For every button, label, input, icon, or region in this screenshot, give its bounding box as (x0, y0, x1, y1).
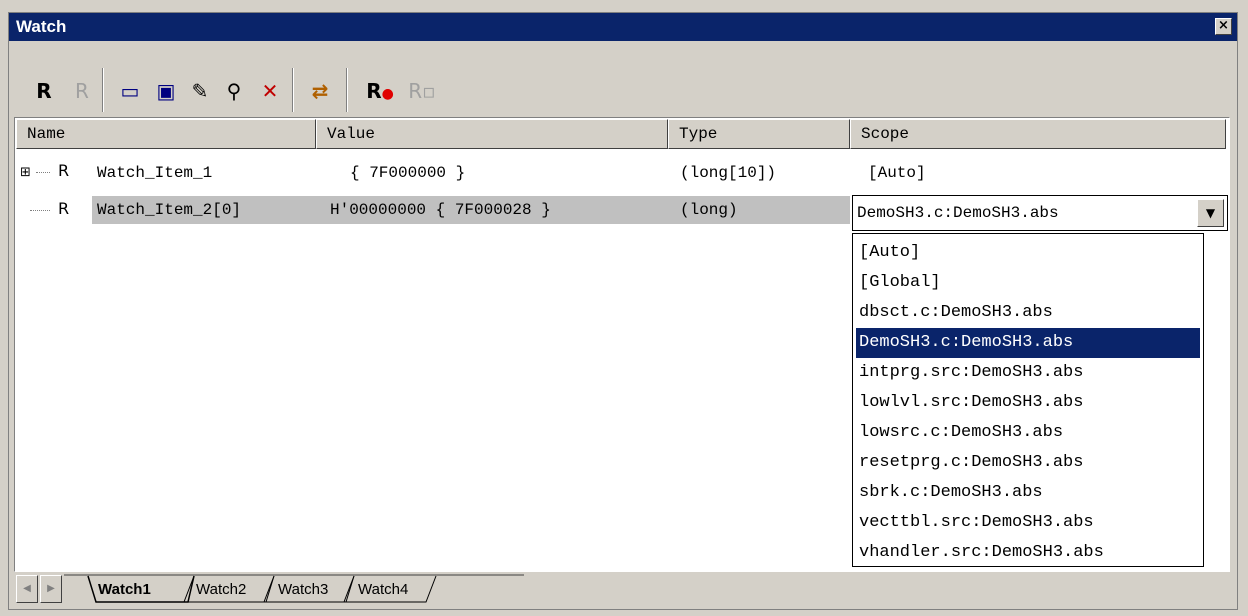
scope-option[interactable]: lowsrc.c:DemoSH3.abs (856, 418, 1200, 448)
tab-watch2[interactable]: Watch2 (196, 578, 246, 602)
scope-icon[interactable]: ⇄ (306, 75, 334, 107)
watch-item-value: { 7F000000 } (350, 164, 466, 182)
expand-icon[interactable]: ⊞ (20, 160, 31, 186)
breakpoint-icon-glyph: R● (366, 79, 394, 103)
variable-icon: R (58, 199, 70, 218)
toolbar-separator (102, 68, 104, 112)
scope-option[interactable]: resetprg.c:DemoSH3.abs (856, 448, 1200, 478)
scope-option[interactable]: dbsct.c:DemoSH3.abs (856, 298, 1200, 328)
breakpoint-icon[interactable]: R● (360, 75, 400, 107)
watch-item-name: Watch_Item_2[0] (97, 201, 242, 219)
column-header-scope[interactable]: Scope (850, 119, 1226, 149)
tree-line (36, 172, 50, 173)
tab-scroll-right-icon[interactable]: ▶ (40, 575, 62, 603)
delete-icon[interactable]: ✕ (256, 75, 284, 107)
watch-item-type: (long) (680, 201, 738, 219)
scope-option[interactable]: [Auto] (856, 238, 1200, 268)
refresh-r-icon[interactable]: R (30, 75, 58, 107)
title-bar[interactable] (9, 13, 1237, 41)
add-watch-icon[interactable]: ▭ (116, 75, 144, 107)
watch-item-value: H'00000000 { 7F000028 } (330, 201, 551, 219)
scope-option[interactable]: vhandler.src:DemoSH3.abs (856, 538, 1200, 568)
tab-watch1[interactable]: Watch1 (98, 578, 151, 602)
column-header-name[interactable]: Name (16, 119, 316, 149)
refresh-r-disabled-icon[interactable]: R (68, 75, 96, 107)
watch-item-scope: [Auto] (868, 164, 926, 182)
chevron-down-icon[interactable]: ▼ (1197, 199, 1224, 227)
find-icon[interactable]: ⚲ (220, 75, 248, 107)
scope-option[interactable]: sbrk.c:DemoSH3.abs (856, 478, 1200, 508)
column-header-value[interactable]: Value (316, 119, 668, 149)
scope-option[interactable]: lowlvl.src:DemoSH3.abs (856, 388, 1200, 418)
close-button[interactable]: × (1215, 18, 1232, 35)
scope-option-selected[interactable]: DemoSH3.c:DemoSH3.abs (856, 328, 1200, 358)
scope-option[interactable]: [Global] (856, 268, 1200, 298)
watch-item-type: (long[10]) (680, 164, 777, 182)
toolbar-separator (292, 68, 294, 112)
edit-value-icon[interactable]: ▣ (152, 75, 180, 107)
tab-watch4[interactable]: Watch4 (358, 578, 408, 602)
toolbar-separator (346, 68, 348, 112)
scope-option[interactable]: intprg.src:DemoSH3.abs (856, 358, 1200, 388)
window-title: Watch (16, 17, 67, 36)
tree-line (30, 210, 50, 211)
tab-scroll-left-icon[interactable]: ◀ (16, 575, 38, 603)
pencil-icon[interactable]: ✎ (186, 75, 214, 107)
watch-item-name: Watch_Item_1 (97, 164, 213, 182)
variable-icon: R (58, 161, 70, 180)
scope-select-value: DemoSH3.c:DemoSH3.abs (857, 204, 1059, 222)
column-header-type[interactable]: Type (668, 119, 850, 149)
breakpoint-disabled-icon[interactable]: R▫ (402, 75, 442, 107)
tab-watch3[interactable]: Watch3 (278, 578, 328, 602)
scope-option[interactable]: vecttbl.src:DemoSH3.abs (856, 508, 1200, 538)
